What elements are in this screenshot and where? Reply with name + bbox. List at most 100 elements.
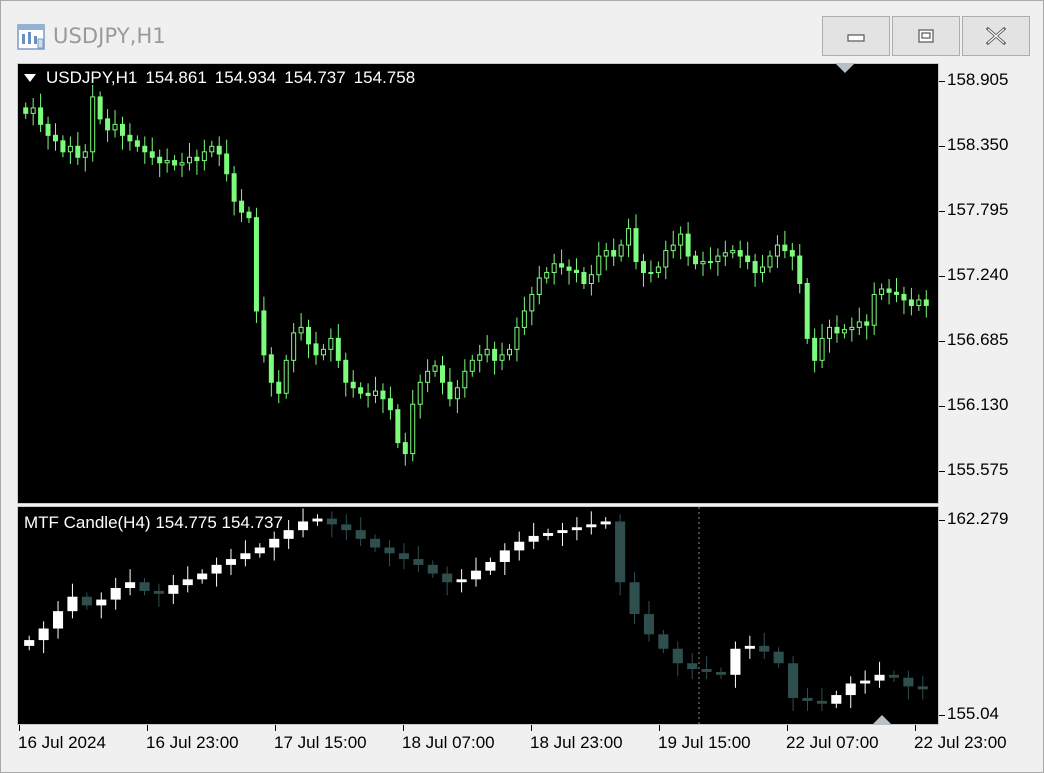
price-candle <box>224 139 230 182</box>
price-candle <box>268 347 274 397</box>
indicator-panel[interactable]: MTF Candle(H4) 154.775 154.737 <box>17 506 939 725</box>
mtf-candle <box>615 514 626 596</box>
mtf-candle <box>687 653 698 680</box>
indicator-header: MTF Candle(H4) 154.775 154.737 <box>24 513 283 533</box>
price-candle <box>492 341 498 375</box>
time-tick <box>659 725 660 731</box>
mtf-candle <box>759 632 770 659</box>
price-candle <box>276 370 282 404</box>
maximize-button[interactable] <box>892 16 960 56</box>
price-candle <box>894 278 900 303</box>
price-candle <box>261 296 267 363</box>
mtf-candle <box>398 543 409 570</box>
time-axis[interactable]: 16 Jul 2024 16 Jul 23:00 17 Jul 15:00 18… <box>17 725 1043 765</box>
price-candle <box>573 258 579 283</box>
mtf-candle <box>701 656 712 680</box>
ohlc-open: 154.861 <box>145 68 207 87</box>
minimize-button[interactable] <box>822 16 890 56</box>
mtf-candle <box>543 528 554 541</box>
price-candle <box>142 136 148 164</box>
price-candle <box>730 245 736 259</box>
price-candle <box>201 139 207 171</box>
mtf-candle <box>715 667 727 680</box>
price-candle <box>588 264 594 296</box>
price-candle <box>834 315 840 343</box>
price-candle <box>640 253 646 287</box>
main-candlestick-chart <box>23 84 929 466</box>
indicator-name: MTF Candle(H4) <box>24 513 151 532</box>
time-label: 19 Jul 15:00 <box>658 733 751 752</box>
time-label: 16 Jul 2024 <box>18 733 106 752</box>
price-candle <box>186 143 192 171</box>
price-candle <box>626 218 632 258</box>
price-candle <box>283 354 289 399</box>
price-candle <box>581 267 587 289</box>
price-candle <box>172 155 178 171</box>
chart-end-marker[interactable] <box>872 715 892 725</box>
ohlc-high: 154.934 <box>214 68 277 87</box>
price-candle <box>678 226 684 260</box>
price-candle <box>767 250 773 273</box>
mtf-candle <box>442 566 453 596</box>
price-candle <box>611 238 617 266</box>
chart-shift-marker[interactable] <box>835 63 855 73</box>
mtf-candle <box>629 572 640 625</box>
price-candle <box>358 382 364 399</box>
mtf-candle <box>24 635 35 651</box>
indicator-value-1: 154.775 <box>155 513 217 532</box>
chart-window: USDJPY,H1 USDJPY,H1 154.861 154.934 154.… <box>0 0 1044 773</box>
price-axis[interactable]: 158.905 158.350 157.795 157.240 156.685 … <box>939 63 1043 725</box>
price-candle <box>462 359 468 398</box>
mtf-candle <box>341 514 352 541</box>
price-candle <box>164 148 170 173</box>
price-candle <box>804 278 810 344</box>
price-candle <box>923 290 929 318</box>
indicator-tick <box>939 520 945 521</box>
main-chart-panel[interactable]: USDJPY,H1 154.861 154.934 154.737 154.75… <box>17 63 939 504</box>
mtf-candle <box>860 670 871 694</box>
price-candle <box>320 343 326 361</box>
mtf-candle <box>831 690 842 709</box>
price-candle <box>544 267 550 284</box>
mtf-candle <box>139 577 150 596</box>
price-candle <box>566 259 572 285</box>
title-bar[interactable]: USDJPY,H1 <box>1 1 1043 61</box>
mtf-candle <box>168 574 179 604</box>
mtf-candle <box>672 641 683 677</box>
price-tick <box>939 81 945 82</box>
price-candle <box>484 335 490 363</box>
mtf-candle <box>240 540 251 567</box>
price-candle <box>134 135 140 152</box>
price-candle <box>752 253 758 287</box>
mtf-candle <box>225 548 237 575</box>
price-candle <box>45 116 51 150</box>
price-candle <box>350 370 356 398</box>
price-candle <box>23 102 29 119</box>
price-candle <box>514 317 520 362</box>
chart-symbol: USDJPY,H1 <box>46 68 138 87</box>
price-candle <box>209 140 215 158</box>
price-tick <box>939 471 945 472</box>
price-candle <box>38 93 44 133</box>
mtf-candle <box>211 557 222 587</box>
mtf-candle <box>903 670 914 700</box>
price-label: 156.130 <box>947 395 1009 414</box>
price-candle <box>901 286 907 315</box>
price-candle <box>477 344 483 373</box>
price-tick <box>939 341 945 342</box>
mtf-candle <box>557 522 568 547</box>
price-candle <box>30 98 36 126</box>
price-candle <box>440 355 446 395</box>
price-label: 157.240 <box>947 265 1009 284</box>
mtf-candle <box>298 508 309 538</box>
mtf-candle <box>326 511 337 538</box>
price-candle <box>119 116 125 150</box>
price-candle <box>417 374 423 419</box>
price-candle <box>603 242 609 271</box>
price-candle <box>812 328 818 373</box>
close-button[interactable] <box>962 16 1030 56</box>
price-candle <box>521 296 527 336</box>
price-candle <box>633 214 639 270</box>
price-candle <box>529 286 535 326</box>
collapse-arrow-icon[interactable] <box>24 74 36 82</box>
